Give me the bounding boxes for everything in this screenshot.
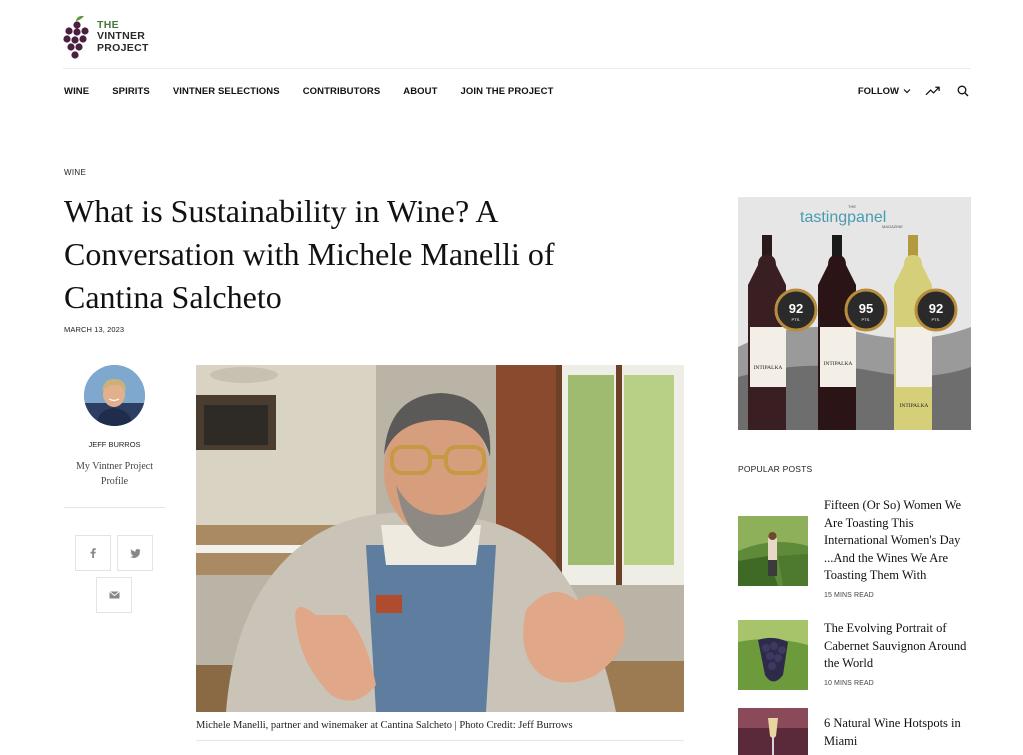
nav-item-contributors[interactable]: CONTRIBUTORS xyxy=(303,86,381,97)
ad-score-2: 95 xyxy=(859,301,873,316)
follow-label: FOLLOW xyxy=(857,85,899,97)
author-name[interactable]: JEFF BURROS xyxy=(64,440,165,449)
trending-button[interactable] xyxy=(925,83,941,99)
ad-score-unit-2: PTS. xyxy=(862,317,871,322)
header-divider xyxy=(63,68,971,69)
share-twitter-button[interactable] xyxy=(117,535,153,571)
author-profile-link[interactable]: My Vintner Project Profile xyxy=(64,459,165,489)
mail-icon xyxy=(108,591,120,599)
author-divider xyxy=(64,507,165,508)
post-title[interactable]: Fifteen (Or So) Women We Are Toasting Th… xyxy=(824,497,974,585)
post-title[interactable]: The Evolving Portrait of Cabernet Sauvig… xyxy=(824,620,974,673)
ad-bottle-label-3: INTIPALKA xyxy=(900,403,929,409)
nav-item-spirits[interactable]: SPIRITS xyxy=(112,86,150,97)
sidebar-advertisement[interactable]: THE tastingpanel MAGAZINE 92 95 92 PTS. … xyxy=(738,197,971,430)
ad-score-3: 92 xyxy=(929,301,943,316)
post-thumbnail[interactable] xyxy=(738,516,808,586)
post-read-time: 15 MINS READ xyxy=(824,592,874,599)
hero-image xyxy=(196,365,684,712)
main-nav: WINE SPIRITS VINTNER SELECTIONS CONTRIBU… xyxy=(64,86,576,97)
site-wordmark: THE VINTNER PROJECT xyxy=(97,19,149,55)
article-category[interactable]: WINE xyxy=(64,168,86,177)
hero-caption: Michele Manelli, partner and winemaker a… xyxy=(196,720,573,731)
facebook-icon xyxy=(90,548,96,558)
nav-actions: FOLLOW xyxy=(858,83,971,99)
follow-dropdown[interactable]: FOLLOW xyxy=(858,86,911,97)
post-read-time: 10 MINS READ xyxy=(824,680,874,687)
post-thumbnail[interactable] xyxy=(738,620,808,690)
post-thumbnail[interactable] xyxy=(738,708,808,755)
grapes-logo-icon xyxy=(63,15,89,59)
article-title: What is Sustainability in Wine? A Conver… xyxy=(64,193,555,315)
share-email-button[interactable] xyxy=(96,577,132,613)
nav-item-about[interactable]: ABOUT xyxy=(403,86,437,97)
search-button[interactable] xyxy=(955,83,971,99)
ad-score-unit-3: PTS. xyxy=(932,317,941,322)
trending-icon xyxy=(925,86,940,96)
caption-divider xyxy=(196,740,684,741)
ad-bottle-label-1: INTIPALKA xyxy=(754,365,783,371)
nav-item-vintner-selections[interactable]: VINTNER SELECTIONS xyxy=(173,86,280,97)
popular-posts-heading: POPULAR POSTS xyxy=(738,464,813,474)
author-avatar[interactable] xyxy=(84,365,145,426)
ad-brand-sub: MAGAZINE xyxy=(882,224,903,229)
ad-score-1: 92 xyxy=(789,301,803,316)
chevron-down-icon xyxy=(903,89,911,94)
nav-item-wine[interactable]: WINE xyxy=(64,86,89,97)
twitter-icon xyxy=(129,548,141,558)
article-date: MARCH 13, 2023 xyxy=(64,325,125,334)
share-facebook-button[interactable] xyxy=(75,535,111,571)
ad-brand-main: tastingpanel xyxy=(800,209,886,226)
search-icon xyxy=(957,85,969,97)
post-title[interactable]: 6 Natural Wine Hotspots in Miami xyxy=(824,715,974,750)
ad-bottle-label-2: INTIPALKA xyxy=(824,361,853,367)
site-logo[interactable]: THE VINTNER PROJECT xyxy=(63,14,149,60)
brand-line-3: PROJECT xyxy=(97,41,149,54)
nav-item-join-the-project[interactable]: JOIN THE PROJECT xyxy=(461,86,554,97)
ad-score-unit-1: PTS. xyxy=(792,317,801,322)
